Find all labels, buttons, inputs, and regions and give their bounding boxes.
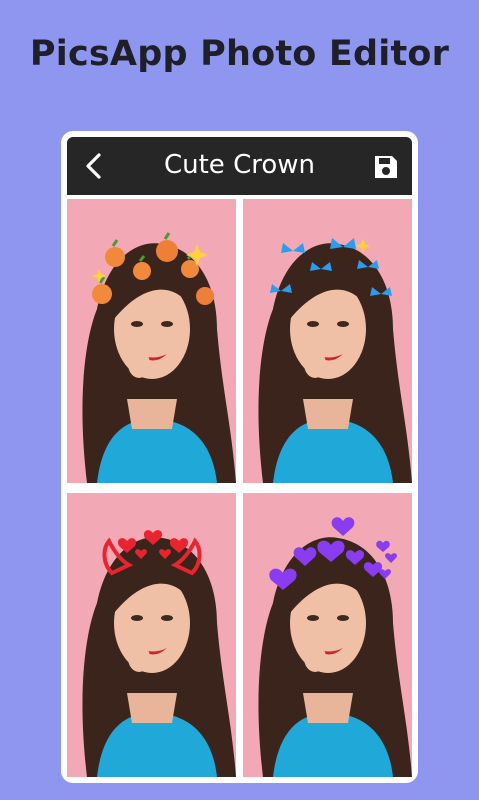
sticker-grid [67, 199, 412, 777]
phone-frame: Cute Crown [61, 131, 418, 783]
save-icon [375, 156, 397, 178]
portrait-photo [67, 493, 236, 777]
app-bar: Cute Crown [67, 137, 412, 195]
promo-title: PicsApp Photo Editor [29, 34, 450, 74]
sticker-tile-butterfly-crown[interactable] [243, 199, 412, 483]
save-button[interactable] [372, 153, 400, 181]
sticker-tile-devil-horns-crown[interactable] [67, 493, 236, 777]
portrait-photo [243, 199, 412, 483]
screen-title: Cute Crown [163, 150, 315, 180]
sticker-tile-peach-crown[interactable] [67, 199, 236, 483]
sticker-tile-purple-hearts-crown[interactable] [243, 493, 412, 777]
portrait-photo [243, 493, 412, 777]
portrait-photo [67, 199, 236, 483]
back-button[interactable] [79, 151, 109, 181]
chevron-left-icon [86, 153, 101, 179]
